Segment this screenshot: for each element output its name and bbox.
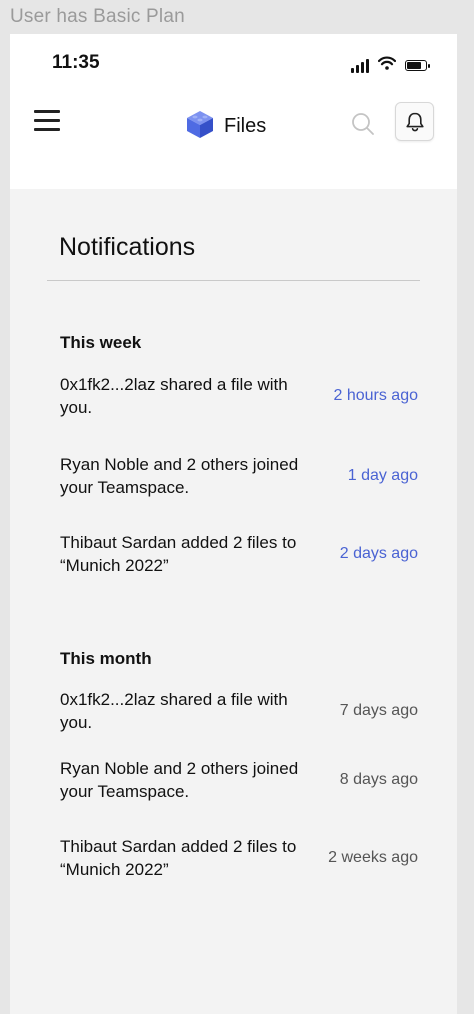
notification-time: 7 days ago <box>339 702 418 719</box>
status-icons <box>351 56 430 75</box>
app-title: Files <box>224 115 267 137</box>
notification-time: 8 days ago <box>339 771 418 788</box>
menu-icon <box>34 110 60 113</box>
menu-button[interactable] <box>34 110 60 134</box>
notification-text: 0x1fk2...2laz shared a file with you. <box>60 690 288 732</box>
notification-time: 1 day ago <box>347 467 418 484</box>
page-title: Notifications <box>59 233 196 261</box>
notification-item[interactable]: Thibaut Sardan added 2 files to “Munich … <box>60 531 418 577</box>
notification-item[interactable]: Ryan Noble and 2 others joined your Team… <box>60 757 418 803</box>
top-bar: 11:35 Files <box>10 34 457 189</box>
title-divider <box>47 280 420 281</box>
section-heading-this-month: This month <box>60 649 152 668</box>
search-button[interactable] <box>351 112 375 141</box>
notification-time: 2 days ago <box>339 545 418 562</box>
notification-item[interactable]: Ryan Noble and 2 others joined your Team… <box>60 453 418 499</box>
notification-time: 2 weeks ago <box>328 849 418 866</box>
signal-icon <box>351 58 369 73</box>
notification-item[interactable]: Thibaut Sardan added 2 files to “Munich … <box>60 835 418 881</box>
notification-item[interactable]: 0x1fk2...2laz shared a file with you. 2 … <box>60 373 418 419</box>
search-icon <box>352 113 374 135</box>
app-brand: Files <box>184 108 266 145</box>
status-time: 11:35 <box>52 52 100 73</box>
notifications-button[interactable] <box>395 102 434 141</box>
notification-time: 2 hours ago <box>333 387 418 404</box>
notification-item[interactable]: 0x1fk2...2laz shared a file with you. 7 … <box>60 688 418 734</box>
wifi-icon <box>377 56 397 75</box>
notification-text: Ryan Noble and 2 others joined your Team… <box>60 759 299 801</box>
battery-icon <box>405 60 430 71</box>
notification-text: Thibaut Sardan added 2 files to “Munich … <box>60 533 297 575</box>
bell-icon <box>405 112 424 131</box>
notification-text: 0x1fk2...2laz shared a file with you. <box>60 375 288 417</box>
notification-text: Ryan Noble and 2 others joined your Team… <box>60 455 299 497</box>
section-heading-this-week: This week <box>60 333 142 352</box>
phone-screen: 11:35 Files Notifications This week 0x1f… <box>10 34 457 1014</box>
notification-text: Thibaut Sardan added 2 files to “Munich … <box>60 837 297 879</box>
frame-label: User has Basic Plan <box>10 6 185 27</box>
cube-logo-icon <box>184 108 216 145</box>
